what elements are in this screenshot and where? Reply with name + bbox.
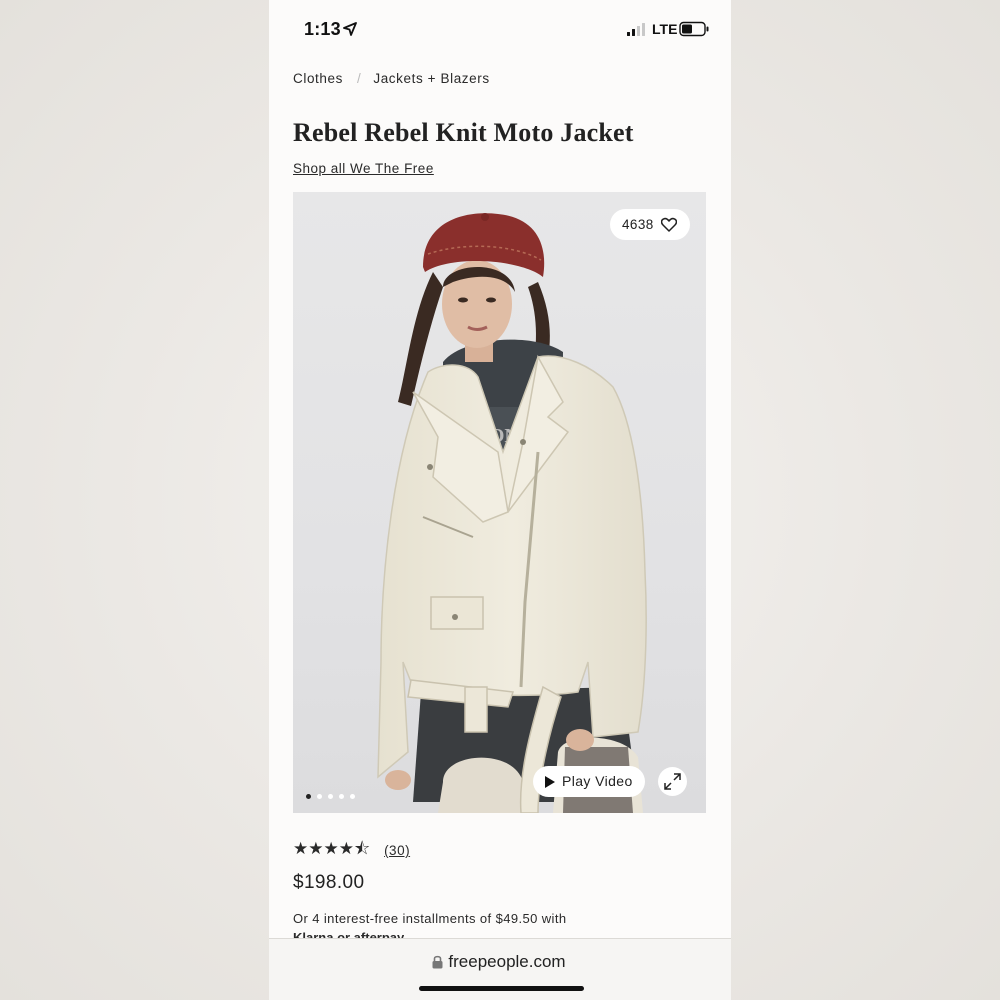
network-label: LTE	[652, 21, 678, 37]
carousel-dot[interactable]	[328, 794, 333, 799]
phone-screen: 1:13 LTE Clothes / Jackets + Blazers Reb…	[269, 0, 731, 1000]
status-time: 1:13	[304, 19, 341, 39]
play-icon	[545, 776, 555, 788]
like-count: 4638	[622, 217, 654, 232]
breadcrumb-clothes[interactable]: Clothes	[293, 71, 343, 86]
breadcrumb-jackets-blazers[interactable]: Jackets + Blazers	[373, 71, 489, 86]
home-indicator[interactable]	[419, 986, 584, 991]
product-price: $198.00	[293, 872, 365, 893]
product-photo: MON	[377, 213, 647, 813]
installments-text: Or 4 interest-free installments of $49.5…	[293, 911, 567, 926]
expand-image-button[interactable]	[658, 767, 687, 796]
url-label[interactable]: freepeople.com	[448, 952, 565, 971]
like-button[interactable]: 4638	[610, 209, 690, 240]
heart-icon	[661, 217, 677, 232]
product-image-carousel[interactable]: MON	[293, 192, 706, 813]
expand-icon	[664, 773, 681, 790]
shop-brand-link[interactable]: Shop all We The Free	[293, 161, 434, 176]
product-rating: ★★★★⯪ (30)	[293, 836, 410, 865]
review-count-link[interactable]: (30)	[384, 843, 410, 858]
carousel-dot[interactable]	[350, 794, 355, 799]
play-video-button[interactable]: Play Video	[533, 766, 645, 797]
star-rating-icon: ★★★★⯪	[293, 839, 371, 858]
location-arrow-icon	[343, 22, 357, 36]
carousel-dots[interactable]	[306, 794, 355, 799]
browser-url-bar[interactable]: freepeople.com	[269, 938, 731, 1000]
breadcrumb: Clothes / Jackets + Blazers	[293, 71, 490, 86]
installments-providers[interactable]: Klarna or afterpay	[293, 930, 404, 938]
battery-icon	[679, 21, 709, 37]
carousel-dot[interactable]	[306, 794, 311, 799]
status-bar: 1:13 LTE	[269, 0, 731, 56]
carousel-dot[interactable]	[339, 794, 344, 799]
url-text[interactable]: freepeople.com	[269, 952, 731, 972]
breadcrumb-separator: /	[356, 71, 362, 86]
carousel-dot[interactable]	[317, 794, 322, 799]
signal-icon	[627, 23, 645, 36]
product-title: Rebel Rebel Knit Moto Jacket	[293, 118, 634, 147]
play-video-label: Play Video	[562, 773, 633, 789]
